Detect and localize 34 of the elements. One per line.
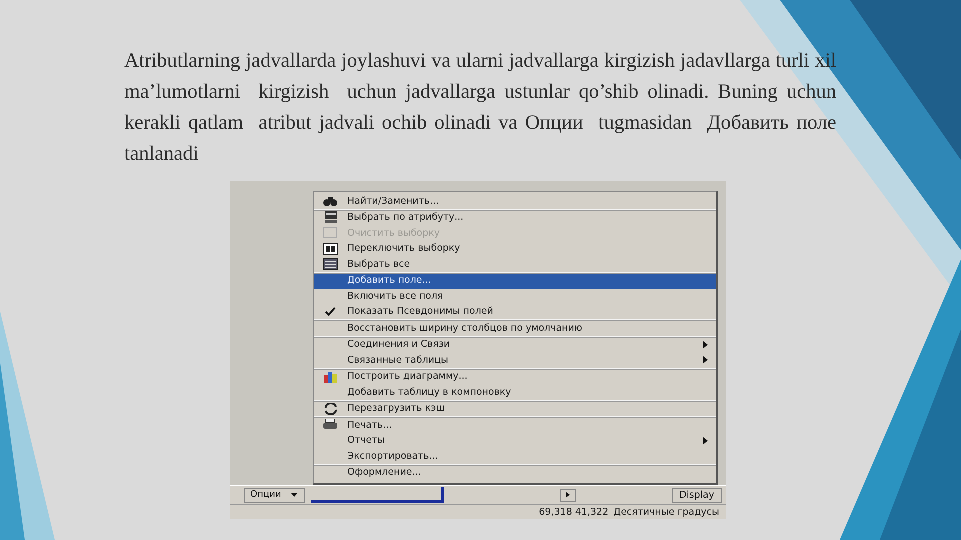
submenu-arrow-icon (702, 436, 708, 445)
menu-item[interactable]: Оформление... (314, 466, 716, 481)
menu-item[interactable]: Печать... (314, 418, 716, 434)
refresh-icon (324, 402, 338, 415)
units-text: Десятичные градусы (614, 506, 720, 518)
menu-item[interactable]: Выбрать по атрибуту... (314, 210, 716, 226)
coordinates-text: 69,318 41,322 (539, 506, 609, 518)
display-button[interactable]: Display (672, 488, 722, 502)
selection-icon (323, 227, 338, 240)
chart-icon (323, 370, 338, 383)
menu-item[interactable]: Добавить таблицу в компоновку (314, 385, 716, 400)
menu-item[interactable]: Выбрать все (314, 257, 716, 272)
menu-item[interactable]: Связанные таблицы (314, 353, 716, 368)
next-button[interactable] (560, 488, 576, 502)
play-icon (566, 492, 570, 498)
menu-item[interactable]: Экспортировать... (314, 449, 716, 464)
options-button[interactable]: Опции (244, 488, 306, 502)
menu-item[interactable]: Отчеты (314, 434, 716, 449)
printer-icon (323, 419, 338, 432)
menu-item[interactable]: Переключить выборку (314, 242, 716, 257)
menu-item[interactable]: Добавить поле... (314, 274, 716, 289)
menu-item[interactable]: Соединения и Связи (314, 338, 716, 353)
switch-selection-icon (323, 242, 338, 255)
menu-item[interactable]: Построить диаграмму... (314, 370, 716, 385)
menu-item[interactable]: Найти/Заменить... (314, 194, 716, 210)
menu-item[interactable]: Восстановить ширину столбцов по умолчанию (314, 321, 716, 336)
table-sql-icon (324, 211, 338, 224)
binoculars-icon (323, 196, 338, 207)
menu-item[interactable]: Перезагрузить кэш (314, 402, 716, 417)
checkmark-icon (325, 307, 336, 316)
menu-item[interactable]: Показать Псевдонимы полей (314, 304, 716, 320)
caret-icon (291, 493, 298, 497)
menu-item[interactable]: Включить все поля (314, 289, 716, 304)
list-icon (323, 258, 338, 270)
